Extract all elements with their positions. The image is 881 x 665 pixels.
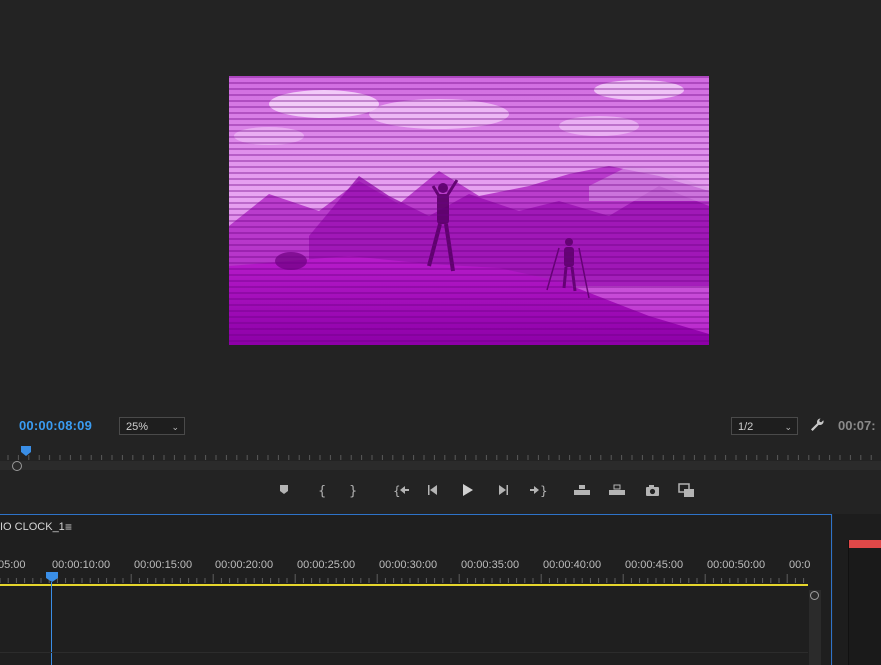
svg-text:{: {	[393, 484, 401, 498]
comparison-view-icon	[678, 482, 694, 497]
current-timecode[interactable]: 00:00:08:09	[19, 418, 92, 433]
timeline-panel	[0, 514, 832, 665]
ruler-label: 00:00:50:00	[707, 559, 766, 571]
lift-icon	[574, 484, 590, 495]
settings-wrench-button[interactable]	[808, 416, 826, 434]
program-monitor-video	[229, 76, 709, 345]
lift-button[interactable]	[571, 480, 593, 500]
chevron-down-icon: ⌄	[171, 422, 179, 432]
add-marker-button[interactable]	[276, 480, 298, 500]
monitor-playhead[interactable]	[21, 446, 31, 456]
zoom-scroll-handle[interactable]	[12, 461, 22, 471]
ruler-label: 00:0	[789, 559, 811, 571]
go-to-in-icon: {	[393, 484, 409, 498]
ruler-label: 00:00:40:00	[543, 559, 602, 571]
ruler-label: 00:00:20:00	[215, 559, 274, 571]
svg-text:{: {	[318, 484, 326, 498]
step-back-icon	[428, 484, 437, 495]
mark-in-button[interactable]: {	[313, 480, 335, 500]
timeline-playhead[interactable]	[46, 572, 58, 582]
video-frame-image	[229, 76, 709, 345]
zoom-level-value: 25%	[126, 421, 149, 433]
chevron-down-icon: ⌄	[784, 422, 792, 432]
extract-icon	[609, 484, 625, 495]
svg-text:}: }	[540, 484, 548, 498]
timeline-vertical-scrollbar[interactable]	[809, 590, 821, 665]
extract-button[interactable]	[606, 480, 628, 500]
ruler-label: 05:00	[0, 559, 26, 571]
resolution-value: 1/2	[738, 421, 754, 433]
work-area-bar[interactable]	[0, 584, 808, 586]
step-back-button[interactable]	[424, 480, 446, 500]
mark-out-icon: }	[349, 484, 357, 498]
monitor-scrub-bar[interactable]	[0, 461, 881, 470]
svg-text:}: }	[349, 484, 357, 498]
audio-meter	[848, 540, 881, 665]
step-forward-icon	[499, 484, 508, 495]
ruler-label: 00:00:10:00	[52, 559, 111, 571]
mark-out-button[interactable]: }	[344, 480, 366, 500]
duration-timecode: 00:07:	[838, 418, 876, 433]
wrench-icon	[811, 418, 824, 431]
go-to-out-icon: }	[530, 484, 548, 498]
scrollbar-zoom-handle[interactable]	[810, 591, 819, 600]
hamburger-icon[interactable]: ≡	[65, 520, 72, 534]
mark-in-icon: {	[318, 484, 326, 498]
play-icon	[463, 483, 473, 496]
sequence-tab[interactable]: IO CLOCK_1	[0, 521, 65, 533]
camera-icon	[646, 484, 659, 496]
go-to-in-button[interactable]: {	[391, 480, 413, 500]
track-divider	[0, 652, 808, 653]
ruler-label: 00:00:45:00	[625, 559, 684, 571]
audio-peak-indicator	[849, 540, 881, 548]
monitor-time-ruler[interactable]	[0, 444, 881, 462]
marker-icon	[280, 484, 288, 494]
playback-resolution-select[interactable]: 1/2 ⌄	[731, 417, 798, 435]
ruler-label: 00:00:30:00	[379, 559, 438, 571]
play-button[interactable]	[458, 480, 480, 500]
ruler-label: 00:00:15:00	[134, 559, 193, 571]
step-forward-button[interactable]	[494, 480, 516, 500]
export-frame-button[interactable]	[642, 480, 664, 500]
go-to-out-button[interactable]: }	[528, 480, 550, 500]
ruler-label: 00:00:25:00	[297, 559, 356, 571]
comparison-view-button[interactable]	[676, 480, 698, 500]
ruler-label: 00:00:35:00	[461, 559, 520, 571]
zoom-level-select[interactable]: 25% ⌄	[119, 417, 185, 435]
